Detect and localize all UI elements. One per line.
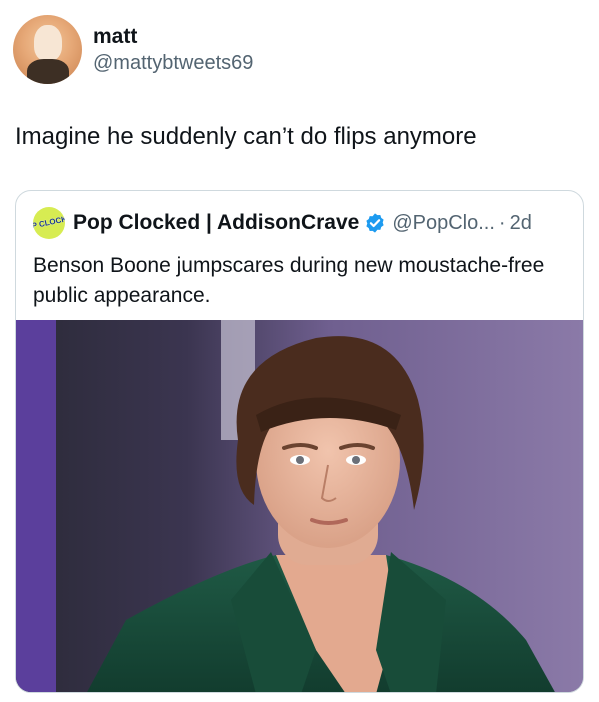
quote-separator: · — [498, 211, 506, 234]
quote-author-name[interactable]: Pop Clocked | AddisonCrave — [73, 211, 359, 235]
quote-tweet-card[interactable]: POP CLOCKED Pop Clocked | AddisonCrave @… — [15, 190, 584, 693]
quote-header: POP CLOCKED Pop Clocked | AddisonCrave @… — [33, 207, 532, 239]
avatar-face — [34, 25, 62, 61]
quote-avatar[interactable]: POP CLOCKED — [33, 207, 65, 239]
verified-badge-icon — [366, 213, 384, 233]
quote-avatar-logo: POP CLOCKED — [33, 212, 65, 233]
quote-text: Benson Boone jumpscares during new moust… — [33, 254, 545, 307]
quote-author-handle[interactable]: @PopClo... — [392, 212, 495, 235]
avatar-body — [27, 59, 69, 84]
author-handle[interactable]: @mattybtweets69 — [93, 52, 253, 75]
photo-illustration — [16, 320, 583, 692]
quote-timestamp[interactable]: 2d — [510, 212, 532, 235]
author-avatar[interactable] — [13, 15, 82, 84]
quote-media-image[interactable] — [16, 320, 583, 692]
author-name[interactable]: matt — [93, 25, 137, 49]
tweet-text: Imagine he suddenly can’t do flips anymo… — [15, 123, 477, 150]
